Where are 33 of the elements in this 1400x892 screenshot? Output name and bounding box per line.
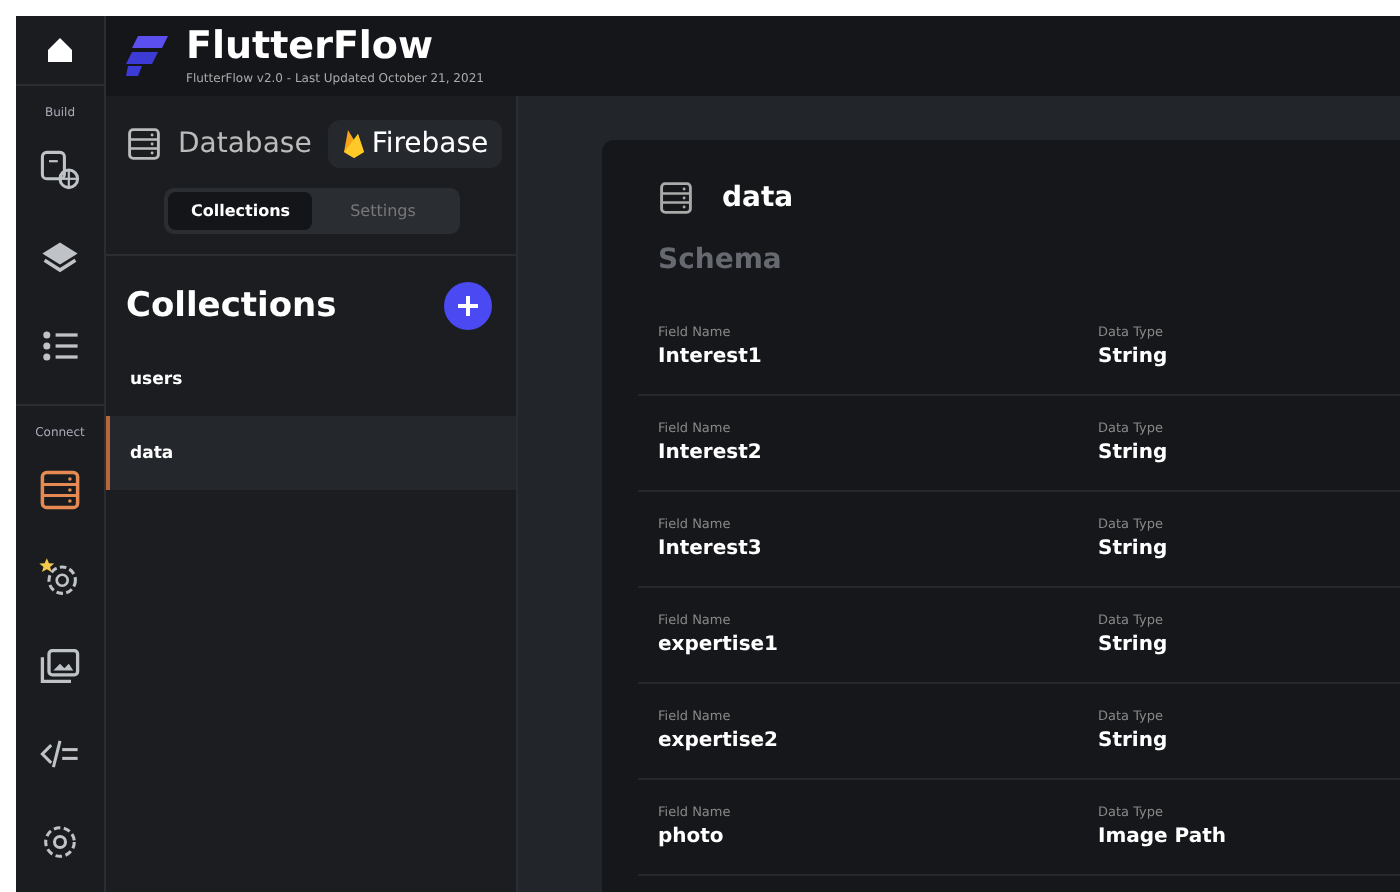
data-type: String [1098, 346, 1168, 368]
collection-item[interactable]: users [106, 342, 516, 416]
field-name: expertise1 [658, 634, 781, 656]
field-name: Interest3 [658, 538, 764, 560]
logo-icon [126, 34, 170, 78]
plus-icon [456, 294, 480, 318]
field-name: Interest2 [658, 442, 764, 464]
field-name: Interest1 [658, 346, 764, 368]
data-type: String [1098, 634, 1168, 656]
gear-star-icon[interactable] [38, 556, 82, 600]
tab[interactable]: Collections [167, 192, 311, 230]
panel-title: Database [178, 128, 312, 160]
provider-name: Firebase [371, 128, 489, 160]
data-type: String [1098, 730, 1168, 752]
settings-icon[interactable] [38, 820, 82, 864]
widget-icon[interactable] [38, 148, 82, 192]
collection-title: data [722, 182, 794, 214]
collection-item[interactable]: data [106, 416, 516, 490]
app-title: FlutterFlow [186, 27, 436, 65]
data-type: Image Path [1098, 826, 1227, 848]
image-folder-icon[interactable] [38, 644, 82, 688]
database-icon [658, 180, 694, 216]
field-name: expertise2 [658, 730, 781, 752]
data-type: String [1098, 442, 1168, 464]
database-icon [126, 126, 162, 162]
section-heading: Schema [656, 242, 784, 276]
add-button[interactable] [444, 282, 492, 330]
home-icon[interactable] [44, 34, 76, 66]
collections-heading: Collections [126, 286, 337, 326]
field-name: photo [658, 826, 726, 848]
database-icon[interactable] [38, 468, 82, 512]
flame-icon [341, 128, 366, 160]
data-type: String [1098, 538, 1168, 560]
